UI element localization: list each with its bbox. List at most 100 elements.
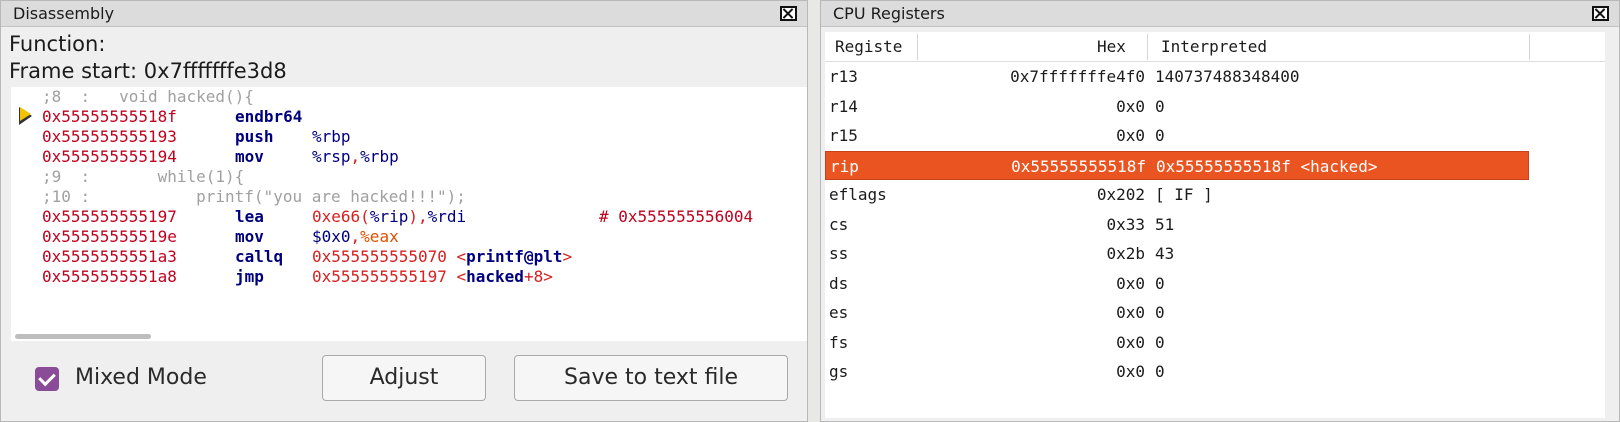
register-row-eflags[interactable]: eflags 0x202[ IF ] [825, 180, 1605, 210]
register-row-r15[interactable]: r15 0x0 0 [825, 121, 1605, 151]
operand-part: hacked [466, 267, 524, 286]
operand-part: < [456, 247, 467, 266]
register-interpreted-value: [ IF ] [1155, 185, 1213, 204]
register-hex-value: 0x202 [1096, 185, 1145, 204]
source-comment: ;8 : void hacked(){ [42, 87, 254, 106]
mixed-mode-label[interactable]: Mixed Mode [75, 365, 207, 390]
mixed-mode-checkbox[interactable] [35, 367, 59, 391]
register-hex-value: 0x0 [1116, 332, 1145, 352]
registers-titlebar: CPU Registers [821, 1, 1619, 27]
instruction-operands: 0xe66(%rip),%rdi [312, 207, 466, 227]
instruction-mnemonic: push [235, 127, 274, 146]
instruction-address: 0x55555555518f [42, 107, 177, 126]
operand-part: $0x0 [312, 227, 351, 246]
register-hex-value: 0x0 [1116, 96, 1145, 116]
asm-line[interactable]: 0x55555555519e mov $0x0,%eax [11, 227, 807, 247]
instruction-mnemonic: mov [235, 147, 264, 166]
source-comment: ;10 : printf("you are hacked!!!"); [42, 187, 466, 206]
register-hex-value: 0x7fffffffe4f0 [1010, 67, 1145, 86]
current-instruction-arrow-icon [20, 107, 31, 121]
header-register[interactable]: Registe [835, 32, 902, 62]
register-hex-value: 0x0 [1116, 126, 1145, 145]
register-row-ds[interactable]: ds 0x0 0 [825, 269, 1605, 299]
instruction-operands: %rsp,%rbp [312, 147, 399, 167]
register-interpreted-value: 0 [1155, 126, 1165, 145]
operand-part: > [562, 247, 573, 266]
close-icon[interactable] [780, 6, 797, 21]
instruction-mnemonic: mov [235, 227, 264, 246]
operand-part: printf@plt [466, 247, 563, 266]
operand-part: 0x555555555197 [312, 267, 457, 286]
operand-part: 0xe66 [312, 207, 361, 226]
instruction-mnemonic: jmp [235, 267, 264, 286]
instruction-comment: # 0x555555556004 [599, 207, 754, 226]
operand-part: %rdi [427, 207, 467, 226]
instruction-mnemonic: callq [235, 247, 284, 266]
register-hex-value: 0x0 [1116, 273, 1145, 293]
frame-start-label: Frame start: [9, 59, 138, 83]
register-row-fs[interactable]: fs 0x0 0 [825, 328, 1605, 358]
operand-part: %rip [369, 207, 409, 226]
header-interpreted[interactable]: Interpreted [1161, 32, 1267, 62]
instruction-operands: %rbp [312, 127, 351, 147]
instruction-operands: 0x555555555070 <printf@plt> [312, 247, 572, 267]
registers-title: CPU Registers [833, 4, 945, 23]
operand-part: ( [360, 207, 370, 226]
asm-line[interactable]: 0x555555555193 push %rbp [11, 127, 807, 147]
register-hex-value: 0x0 [1116, 362, 1145, 381]
source-comment: ;9 : while(1){ [42, 167, 245, 186]
asm-line[interactable]: 0x555555555194 mov %rsp,%rbp [11, 147, 807, 167]
register-row-r14[interactable]: r14 0x0 0 [825, 92, 1605, 122]
operand-part: %eax [360, 227, 399, 246]
close-icon[interactable] [1592, 6, 1609, 21]
instruction-address: 0x555555555193 [42, 127, 177, 146]
save-to-text-file-button[interactable]: Save to text file [514, 355, 788, 401]
registers-table: Registe Hex Interpreted r13 0x7fffffffe4f… [825, 32, 1605, 418]
register-row-gs[interactable]: gs 0x0 0 [825, 357, 1605, 387]
instruction-operands: 0x555555555197 <hacked+8> [312, 267, 553, 287]
registers-rows: r13 0x7fffffffe4f0 140737488348400 r14 0x0 0 r… [825, 62, 1605, 387]
operand-part: , [350, 227, 361, 246]
asm-line[interactable]: 0x55555555518f endbr64 [11, 107, 807, 127]
instruction-address: 0x55555555519e [42, 227, 177, 246]
disassembly-title: Disassembly [13, 4, 115, 23]
register-interpreted-value: 0 [1155, 362, 1165, 381]
disassembly-code-view[interactable]: ;8 : void hacked(){0x55555555518f endbr64… [11, 87, 807, 341]
operand-part: %rbp [312, 127, 351, 146]
source-comment-line[interactable]: ;9 : while(1){ [11, 167, 807, 187]
frame-start-value: 0x7fffffffe3d8 [143, 59, 287, 83]
register-row-es[interactable]: es 0x0 0 [825, 298, 1605, 328]
adjust-button[interactable]: Adjust [322, 355, 486, 401]
disassembly-panel: Disassembly Function: Frame start: 0x7ff… [0, 0, 808, 422]
horizontal-scrollbar[interactable] [15, 334, 151, 339]
cpu-registers-panel: CPU Registers Registe Hex Interpreted r1… [820, 0, 1620, 422]
operand-part: ), [408, 207, 428, 226]
asm-line[interactable]: 0x5555555551a3 callq 0x555555555070 <print… [11, 247, 807, 267]
source-comment-line[interactable]: ;10 : printf("you are hacked!!!"); [11, 187, 807, 207]
instruction-operands: $0x0,%eax [312, 227, 399, 247]
register-interpreted-value: 0 [1155, 332, 1165, 352]
source-comment-line[interactable]: ;8 : void hacked(){ [11, 87, 807, 107]
header-hex[interactable]: Hex [1097, 32, 1126, 62]
instruction-address: 0x555555555197 [42, 207, 177, 226]
register-interpreted-value: 51 [1155, 214, 1175, 234]
register-row-rip[interactable]: rip 0x55555555518f 0x55555555518f <hacked> [825, 150, 1529, 180]
register-interpreted-value: 0 [1155, 273, 1165, 293]
asm-line[interactable]: 0x555555555197 lea 0xe66(%rip),%rdi # 0x555… [11, 207, 807, 227]
instruction-address: 0x5555555551a3 [42, 247, 177, 266]
operand-part: %rsp [312, 147, 351, 166]
instruction-mnemonic: lea [235, 207, 264, 226]
operand-part: < [456, 267, 467, 286]
register-hex-value: 0x0 [1116, 303, 1145, 322]
frame-start-row: Frame start: 0x7fffffffe3d8 [9, 59, 287, 83]
register-row-cs[interactable]: cs 0x33 51 [825, 210, 1605, 240]
register-row-r13[interactable]: r13 0x7fffffffe4f0 140737488348400 [825, 62, 1605, 92]
operand-part: +8> [523, 267, 553, 286]
instruction-mnemonic: endbr64 [235, 107, 303, 126]
instruction-address: 0x555555555194 [42, 147, 177, 166]
asm-line[interactable]: 0x5555555551a8 jmp 0x555555555197 <hacked+… [11, 267, 807, 287]
register-row-ss[interactable]: ss 0x2b 43 [825, 239, 1605, 269]
operand-part: , [350, 147, 361, 166]
register-interpreted-value: 0 [1155, 303, 1165, 322]
register-hex-value: 0x2b [1106, 244, 1145, 263]
